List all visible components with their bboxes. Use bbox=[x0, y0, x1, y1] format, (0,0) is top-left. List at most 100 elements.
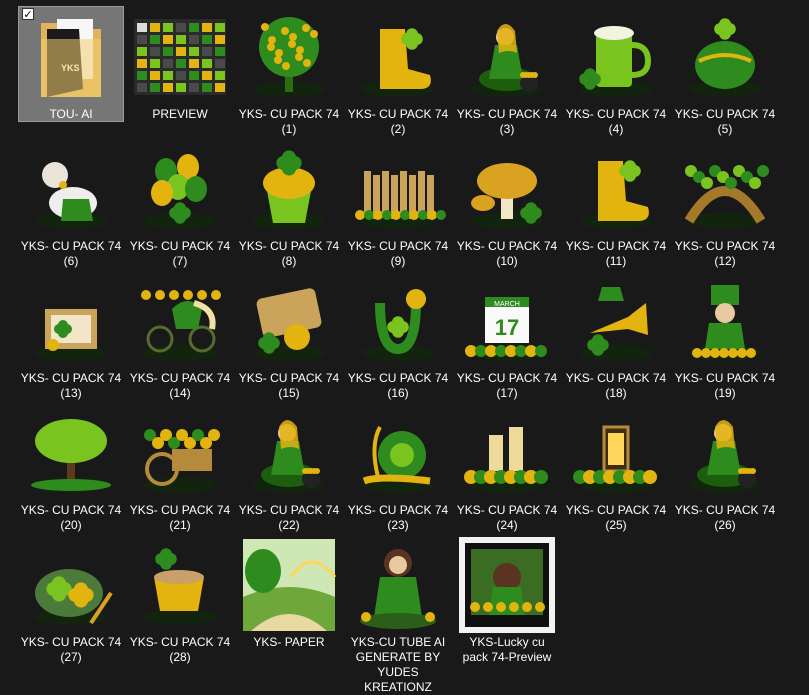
file-item[interactable]: YKS- CU PACK 74 (8) bbox=[237, 139, 341, 268]
file-item[interactable]: YKS- CU PACK 74 (9) bbox=[346, 139, 450, 268]
file-name-label: YKS-CU TUBE AI GENERATE BY YUDES KREATIO… bbox=[350, 635, 446, 694]
file-name-label: YKS- CU PACK 74 (1) bbox=[238, 107, 340, 136]
mushroom-clipart-thumbnail bbox=[459, 141, 555, 237]
file-name-label: YKS- PAPER bbox=[253, 635, 325, 649]
file-item[interactable]: YKS- CU PACK 74 (1) bbox=[237, 7, 341, 136]
file-item[interactable]: YKS- PAPER bbox=[237, 535, 341, 663]
cart-clipart-thumbnail bbox=[132, 405, 228, 501]
fairy-clipart-thumbnail bbox=[241, 405, 337, 501]
file-item[interactable]: YKS-Lucky cu pack 74-Preview bbox=[455, 535, 559, 664]
horseshoe-clipart-thumbnail bbox=[350, 273, 446, 369]
file-grid: ✓YKSTOU- AIPREVIEWYKS- CU PACK 74 (1)YKS… bbox=[18, 6, 809, 694]
file-name-label: YKS- CU PACK 74 (14) bbox=[129, 371, 231, 400]
file-name-label: YKS- CU PACK 74 (12) bbox=[674, 239, 776, 268]
file-name-label: YKS- CU PACK 74 (20) bbox=[20, 503, 122, 532]
file-name-label: YKS- CU PACK 74 (11) bbox=[565, 239, 667, 268]
file-item[interactable]: YKS- CU PACK 74 (12) bbox=[673, 139, 777, 268]
balloons-clipart-thumbnail bbox=[132, 141, 228, 237]
file-item[interactable]: YKS- CU PACK 74 (14) bbox=[128, 271, 232, 400]
file-item[interactable]: YKS- CU PACK 74 (26) bbox=[673, 403, 777, 532]
file-name-label: YKS- CU PACK 74 (21) bbox=[129, 503, 231, 532]
file-item[interactable]: YKS- CU PACK 74 (20) bbox=[19, 403, 123, 532]
file-item[interactable]: YKS- CU PACK 74 (19) bbox=[673, 271, 777, 400]
file-item[interactable]: YKS- CU PACK 74 (5) bbox=[673, 7, 777, 136]
file-item[interactable]: YKS- CU PACK 74 (13) bbox=[19, 271, 123, 400]
file-item[interactable]: YKS- CU PACK 74 (22) bbox=[237, 403, 341, 532]
file-item[interactable]: YKS- CU PACK 74 (25) bbox=[564, 403, 668, 532]
file-name-label: YKS- CU PACK 74 (16) bbox=[347, 371, 449, 400]
file-name-label: YKS- CU PACK 74 (18) bbox=[565, 371, 667, 400]
file-name-label: YKS- CU PACK 74 (7) bbox=[129, 239, 231, 268]
folder-item[interactable]: ✓YKSTOU- AI bbox=[18, 6, 124, 122]
calendar-clipart-thumbnail: MARCH 17 bbox=[459, 273, 555, 369]
file-name-label: YKS- CU PACK 74 (15) bbox=[238, 371, 340, 400]
file-item[interactable]: YKS- CU PACK 74 (28) bbox=[128, 535, 232, 664]
file-item[interactable]: YKS- CU PACK 74 (21) bbox=[128, 403, 232, 532]
tube-thumbnail bbox=[350, 537, 446, 633]
file-item[interactable]: YKS- CU PACK 74 (6) bbox=[19, 139, 123, 268]
file-name-label: YKS- CU PACK 74 (25) bbox=[565, 503, 667, 532]
leprechaun-clipart-thumbnail bbox=[677, 273, 773, 369]
file-item[interactable]: MARCH 17 YKS- CU PACK 74 (17) bbox=[455, 271, 559, 400]
cow-clipart-thumbnail bbox=[23, 141, 119, 237]
file-name-label: YKS- CU PACK 74 (9) bbox=[347, 239, 449, 268]
plate-clipart-thumbnail bbox=[23, 537, 119, 633]
file-name-label: YKS- CU PACK 74 (27) bbox=[20, 635, 122, 664]
banner-clipart-thumbnail bbox=[241, 273, 337, 369]
file-item[interactable]: YKS- CU PACK 74 (10) bbox=[455, 139, 559, 268]
svg-text:MARCH: MARCH bbox=[494, 301, 520, 308]
boot-clipart-thumbnail bbox=[568, 141, 664, 237]
paper-thumbnail bbox=[241, 537, 337, 633]
pot-clipart-thumbnail bbox=[677, 9, 773, 105]
file-item[interactable]: YKS- CU PACK 74 (27) bbox=[19, 535, 123, 664]
file-item[interactable]: YKS- CU PACK 74 (7) bbox=[128, 139, 232, 268]
file-name-label: YKS- CU PACK 74 (26) bbox=[674, 503, 776, 532]
fairy-clipart-thumbnail bbox=[459, 9, 555, 105]
file-item[interactable]: YKS- CU PACK 74 (24) bbox=[455, 403, 559, 532]
file-item[interactable]: YKS- CU PACK 74 (4) bbox=[564, 7, 668, 136]
file-item[interactable]: YKS- CU PACK 74 (16) bbox=[346, 271, 450, 400]
file-name-label: YKS- CU PACK 74 (10) bbox=[456, 239, 558, 268]
file-name-label: YKS- CU PACK 74 (24) bbox=[456, 503, 558, 532]
file-name-label: YKS- CU PACK 74 (4) bbox=[565, 107, 667, 136]
boot-clipart-thumbnail bbox=[350, 9, 446, 105]
bike-clipart-thumbnail bbox=[132, 273, 228, 369]
fairy-clipart-thumbnail bbox=[677, 405, 773, 501]
file-item[interactable]: YKS- CU PACK 74 (3) bbox=[455, 7, 559, 136]
file-name-label: YKS- CU PACK 74 (22) bbox=[238, 503, 340, 532]
file-item[interactable]: YKS- CU PACK 74 (15) bbox=[237, 271, 341, 400]
file-name-label: YKS-Lucky cu pack 74-Preview bbox=[462, 635, 552, 664]
file-item[interactable]: YKS- CU PACK 74 (2) bbox=[346, 7, 450, 136]
file-name-label: PREVIEW bbox=[152, 107, 208, 121]
framed-preview-thumbnail bbox=[459, 537, 555, 633]
bridge-clipart-thumbnail bbox=[677, 141, 773, 237]
cup-clipart-thumbnail bbox=[132, 537, 228, 633]
file-name-label: TOU- AI bbox=[49, 107, 93, 121]
file-item[interactable]: YKS- CU PACK 74 (18) bbox=[564, 271, 668, 400]
file-item[interactable]: YKS- CU PACK 74 (11) bbox=[564, 139, 668, 268]
bigtree-clipart-thumbnail bbox=[23, 405, 119, 501]
file-item[interactable]: PREVIEW bbox=[128, 7, 232, 135]
mug-clipart-thumbnail bbox=[568, 9, 664, 105]
file-name-label: YKS- CU PACK 74 (28) bbox=[129, 635, 231, 664]
file-name-label: YKS- CU PACK 74 (3) bbox=[456, 107, 558, 136]
frame-clipart-thumbnail bbox=[23, 273, 119, 369]
file-item[interactable]: YKS- CU PACK 74 (23) bbox=[346, 403, 450, 532]
tree-clipart-thumbnail bbox=[241, 9, 337, 105]
candles-clipart-thumbnail bbox=[459, 405, 555, 501]
cupcake-clipart-thumbnail bbox=[241, 141, 337, 237]
file-name-label: YKS- CU PACK 74 (17) bbox=[456, 371, 558, 400]
file-name-label: YKS- CU PACK 74 (8) bbox=[238, 239, 340, 268]
file-item[interactable]: YKS-CU TUBE AI GENERATE BY YUDES KREATIO… bbox=[346, 535, 450, 694]
file-name-label: YKS- CU PACK 74 (19) bbox=[674, 371, 776, 400]
trumpet-clipart-thumbnail bbox=[568, 273, 664, 369]
file-name-label: YKS- CU PACK 74 (23) bbox=[347, 503, 449, 532]
folder-icon: YKS bbox=[23, 9, 119, 105]
svg-text:17: 17 bbox=[495, 315, 519, 340]
lantern-clipart-thumbnail bbox=[568, 405, 664, 501]
fence-clipart-thumbnail bbox=[350, 141, 446, 237]
snail-clipart-thumbnail bbox=[350, 405, 446, 501]
preview-sheet-thumbnail bbox=[132, 9, 228, 105]
file-name-label: YKS- CU PACK 74 (2) bbox=[347, 107, 449, 136]
file-name-label: YKS- CU PACK 74 (5) bbox=[674, 107, 776, 136]
